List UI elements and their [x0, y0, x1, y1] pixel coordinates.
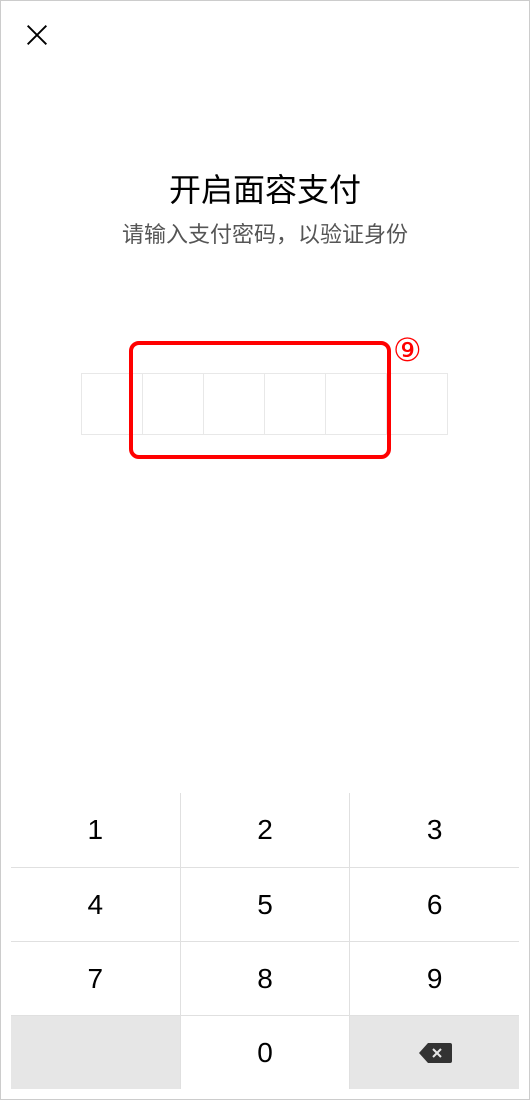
pin-input[interactable]: [81, 373, 448, 435]
key-9[interactable]: 9: [349, 941, 519, 1015]
pin-digit-5: [325, 373, 387, 435]
pin-digit-1: [81, 373, 143, 435]
close-icon: [23, 21, 51, 49]
annotation-badge: ⑨: [393, 331, 422, 369]
page-title: 开启面容支付: [1, 165, 529, 211]
pin-digit-4: [264, 373, 326, 435]
key-6[interactable]: 6: [349, 867, 519, 941]
key-8[interactable]: 8: [180, 941, 350, 1015]
key-blank: [11, 1015, 180, 1089]
key-3[interactable]: 3: [349, 793, 519, 867]
backspace-icon: [418, 1041, 452, 1065]
key-0[interactable]: 0: [180, 1015, 350, 1089]
pin-digit-6: [386, 373, 448, 435]
key-5[interactable]: 5: [180, 867, 350, 941]
key-4[interactable]: 4: [11, 867, 180, 941]
close-button[interactable]: [23, 21, 51, 49]
pin-digit-3: [203, 373, 265, 435]
key-1[interactable]: 1: [11, 793, 180, 867]
key-2[interactable]: 2: [180, 793, 350, 867]
pin-digit-2: [142, 373, 204, 435]
key-7[interactable]: 7: [11, 941, 180, 1015]
page-subtitle: 请输入支付密码，以验证身份: [1, 217, 529, 249]
numeric-keypad: 1 2 3 4 5 6 7 8 9 0: [11, 793, 519, 1089]
key-delete[interactable]: [349, 1015, 519, 1089]
